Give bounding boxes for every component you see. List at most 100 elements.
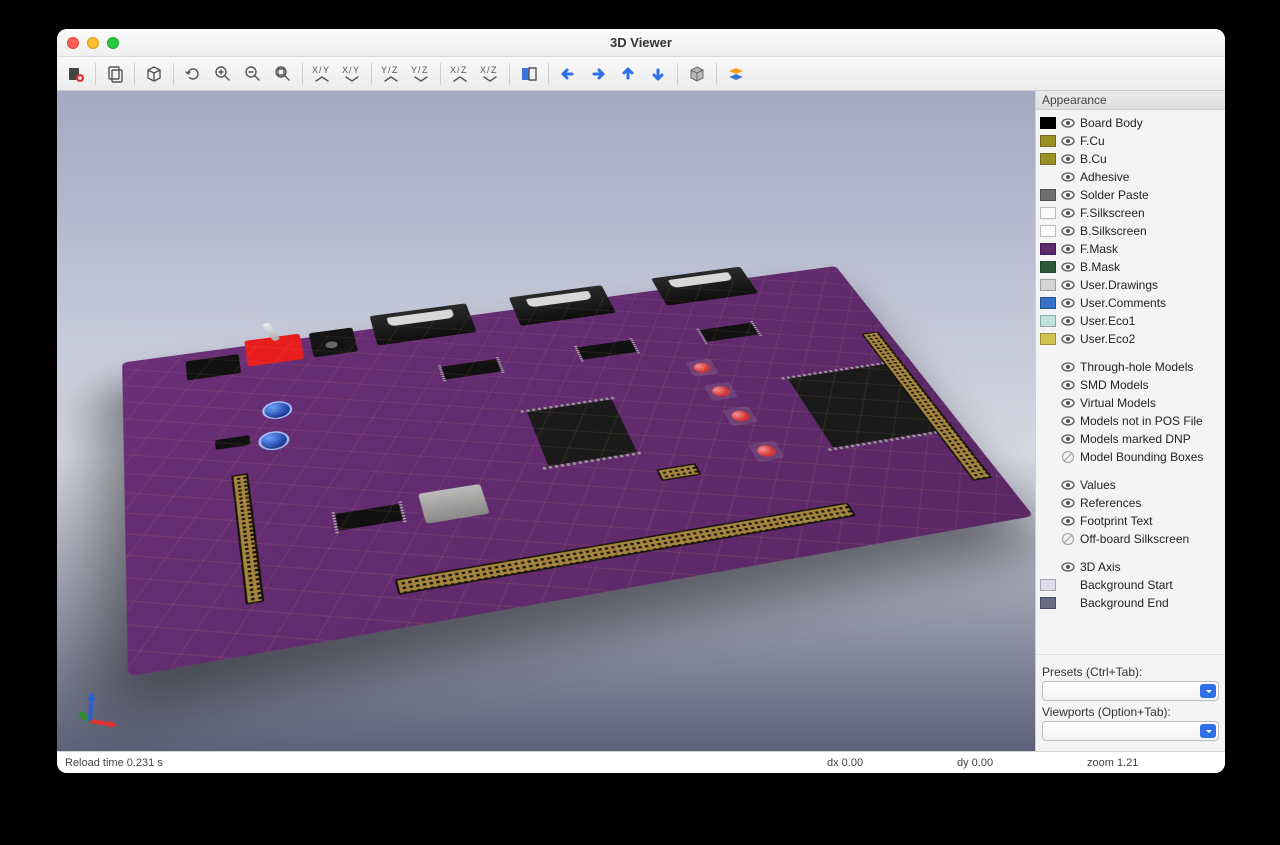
- layer-swatch[interactable]: [1040, 117, 1056, 129]
- layer-row[interactable]: Footprint Text: [1038, 512, 1223, 530]
- layer-row[interactable]: User.Comments: [1038, 294, 1223, 312]
- visibility-eye-icon[interactable]: [1060, 169, 1076, 185]
- layer-swatch[interactable]: [1040, 279, 1056, 291]
- layer-swatch[interactable]: [1040, 189, 1056, 201]
- visibility-eye-icon[interactable]: [1060, 531, 1076, 547]
- layer-swatch[interactable]: [1040, 261, 1056, 273]
- view-yz-left-button[interactable]: Y/Z: [377, 61, 405, 87]
- visibility-eye-icon[interactable]: [1060, 559, 1076, 575]
- layer-label: User.Eco1: [1080, 314, 1135, 328]
- presets-select[interactable]: [1042, 681, 1219, 701]
- layer-swatch[interactable]: [1040, 135, 1056, 147]
- layer-row[interactable]: Virtual Models: [1038, 394, 1223, 412]
- layer-swatch-empty: [1040, 561, 1056, 573]
- layer-row[interactable]: 3D Axis: [1038, 558, 1223, 576]
- layer-swatch[interactable]: [1040, 207, 1056, 219]
- layer-swatch[interactable]: [1040, 225, 1056, 237]
- flip-board-button[interactable]: [515, 61, 543, 87]
- layer-row[interactable]: F.Cu: [1038, 132, 1223, 150]
- move-right-button[interactable]: [584, 61, 612, 87]
- layer-row[interactable]: References: [1038, 494, 1223, 512]
- layer-label: F.Mask: [1080, 242, 1118, 256]
- svg-text:Z: Z: [422, 65, 428, 75]
- visibility-eye-icon[interactable]: [1060, 115, 1076, 131]
- visibility-eye-icon[interactable]: [1060, 431, 1076, 447]
- visibility-eye-icon[interactable]: [1060, 259, 1076, 275]
- layer-row[interactable]: Solder Paste: [1038, 186, 1223, 204]
- layer-row[interactable]: User.Eco2: [1038, 330, 1223, 348]
- visibility-eye-icon[interactable]: [1060, 133, 1076, 149]
- layer-row[interactable]: B.Silkscreen: [1038, 222, 1223, 240]
- layer-row[interactable]: Models marked DNP: [1038, 430, 1223, 448]
- visibility-eye-icon[interactable]: [1060, 187, 1076, 203]
- layer-swatch[interactable]: [1040, 315, 1056, 327]
- layer-row[interactable]: Values: [1038, 476, 1223, 494]
- visibility-eye-icon[interactable]: [1060, 331, 1076, 347]
- viewports-select[interactable]: [1042, 721, 1219, 741]
- layer-swatch[interactable]: [1040, 153, 1056, 165]
- layer-label: Model Bounding Boxes: [1080, 450, 1203, 464]
- layer-swatch[interactable]: [1040, 297, 1056, 309]
- layer-row[interactable]: User.Eco1: [1038, 312, 1223, 330]
- visibility-eye-icon[interactable]: [1060, 241, 1076, 257]
- layer-list[interactable]: Board BodyF.CuB.CuAdhesiveSolder PasteF.…: [1036, 110, 1225, 654]
- layer-row[interactable]: Board Body: [1038, 114, 1223, 132]
- layer-row[interactable]: Models not in POS File: [1038, 412, 1223, 430]
- layer-row[interactable]: User.Drawings: [1038, 276, 1223, 294]
- layer-row[interactable]: B.Mask: [1038, 258, 1223, 276]
- layer-swatch[interactable]: [1040, 333, 1056, 345]
- layer-row[interactable]: Adhesive: [1038, 168, 1223, 186]
- render-mode-button[interactable]: [722, 61, 750, 87]
- view-yz-right-button[interactable]: Y/Z: [407, 61, 435, 87]
- viewport-3d[interactable]: [57, 91, 1035, 751]
- visibility-eye-icon[interactable]: [1060, 359, 1076, 375]
- layer-row[interactable]: Off-board Silkscreen: [1038, 530, 1223, 548]
- visibility-eye-icon[interactable]: [1060, 395, 1076, 411]
- view-xz-front-button[interactable]: X/Z: [446, 61, 474, 87]
- layer-row[interactable]: SMD Models: [1038, 376, 1223, 394]
- export-button[interactable]: [62, 61, 90, 87]
- layer-row[interactable]: Background Start: [1038, 576, 1223, 594]
- visibility-eye-icon[interactable]: [1060, 205, 1076, 221]
- arrow-down-icon: [649, 65, 667, 83]
- move-up-button[interactable]: [614, 61, 642, 87]
- layer-swatch[interactable]: [1040, 579, 1056, 591]
- layer-swatch[interactable]: [1040, 597, 1056, 609]
- layer-swatch[interactable]: [1040, 243, 1056, 255]
- visibility-eye-icon[interactable]: [1060, 277, 1076, 293]
- zoom-fit-button[interactable]: [269, 61, 297, 87]
- reload-button[interactable]: [179, 61, 207, 87]
- chip-ssop: [577, 340, 636, 360]
- ortho-toggle-button[interactable]: [683, 61, 711, 87]
- visibility-eye-icon[interactable]: [1060, 449, 1076, 465]
- visibility-eye-icon[interactable]: [1060, 377, 1076, 393]
- tact-button: [755, 444, 779, 458]
- zoom-in-button[interactable]: [209, 61, 237, 87]
- layer-row[interactable]: F.Mask: [1038, 240, 1223, 258]
- layer-row[interactable]: Through-hole Models: [1038, 358, 1223, 376]
- visibility-eye-icon[interactable]: [1060, 513, 1076, 529]
- layer-row[interactable]: Model Bounding Boxes: [1038, 448, 1223, 466]
- visibility-eye-icon[interactable]: [1060, 477, 1076, 493]
- visibility-eye-icon[interactable]: [1060, 151, 1076, 167]
- layer-label: Through-hole Models: [1080, 360, 1193, 374]
- visibility-eye-icon[interactable]: [1060, 495, 1076, 511]
- cube-button[interactable]: [140, 61, 168, 87]
- view-xz-back-button[interactable]: X/Z: [476, 61, 504, 87]
- layer-row[interactable]: F.Silkscreen: [1038, 204, 1223, 222]
- cube-icon: [145, 65, 163, 83]
- visibility-eye-icon[interactable]: [1060, 313, 1076, 329]
- view-xy-bottom-button[interactable]: X/Y: [338, 61, 366, 87]
- move-down-button[interactable]: [644, 61, 672, 87]
- layer-swatch[interactable]: [1040, 171, 1056, 183]
- view-xy-top-button[interactable]: X/Y: [308, 61, 336, 87]
- layer-swatch-empty: [1040, 397, 1056, 409]
- visibility-eye-icon[interactable]: [1060, 295, 1076, 311]
- visibility-eye-icon[interactable]: [1060, 413, 1076, 429]
- zoom-out-button[interactable]: [239, 61, 267, 87]
- copy-image-button[interactable]: [101, 61, 129, 87]
- visibility-eye-icon[interactable]: [1060, 223, 1076, 239]
- move-left-button[interactable]: [554, 61, 582, 87]
- layer-row[interactable]: B.Cu: [1038, 150, 1223, 168]
- layer-row[interactable]: Background End: [1038, 594, 1223, 612]
